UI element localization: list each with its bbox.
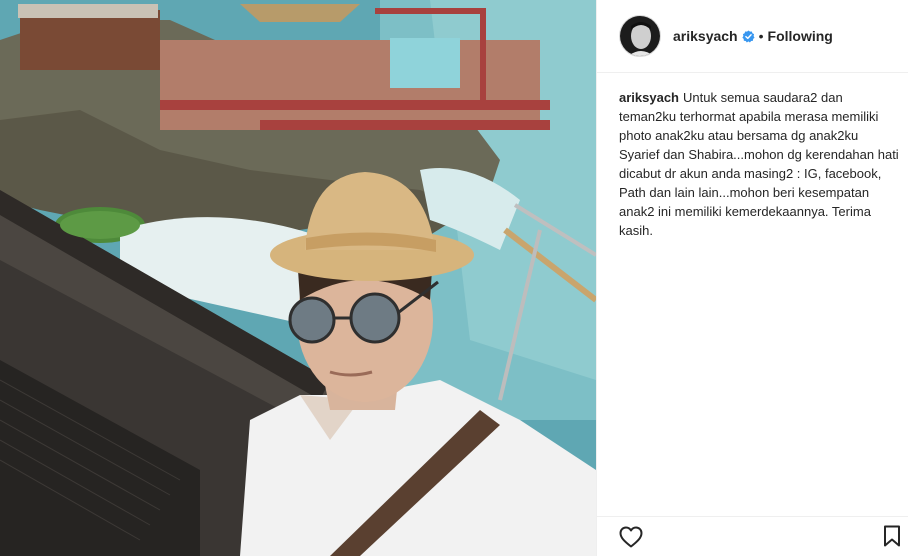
post-caption: ariksyach Untuk semua saudara2 dan teman2… — [619, 88, 899, 240]
post-sidebar: ariksyach • Following ariksyach Untuk sem… — [596, 0, 908, 556]
bookmark-icon[interactable] — [883, 525, 901, 547]
post-header: ariksyach • Following — [597, 0, 908, 73]
caption-username[interactable]: ariksyach — [619, 90, 679, 105]
avatar-image — [620, 16, 660, 56]
selfie-image — [0, 0, 596, 556]
author-username[interactable]: ariksyach — [673, 28, 738, 44]
post-actions — [597, 516, 908, 556]
instagram-post: ariksyach • Following ariksyach Untuk sem… — [0, 0, 908, 556]
post-photo[interactable] — [0, 0, 596, 556]
follow-status-button[interactable]: Following — [768, 28, 833, 44]
heart-icon[interactable] — [619, 526, 643, 548]
header-separator: • — [758, 28, 764, 44]
caption-text: Untuk semua saudara2 dan teman2ku terhor… — [619, 90, 899, 238]
verified-badge-icon — [741, 29, 755, 42]
author-avatar[interactable] — [619, 15, 661, 57]
